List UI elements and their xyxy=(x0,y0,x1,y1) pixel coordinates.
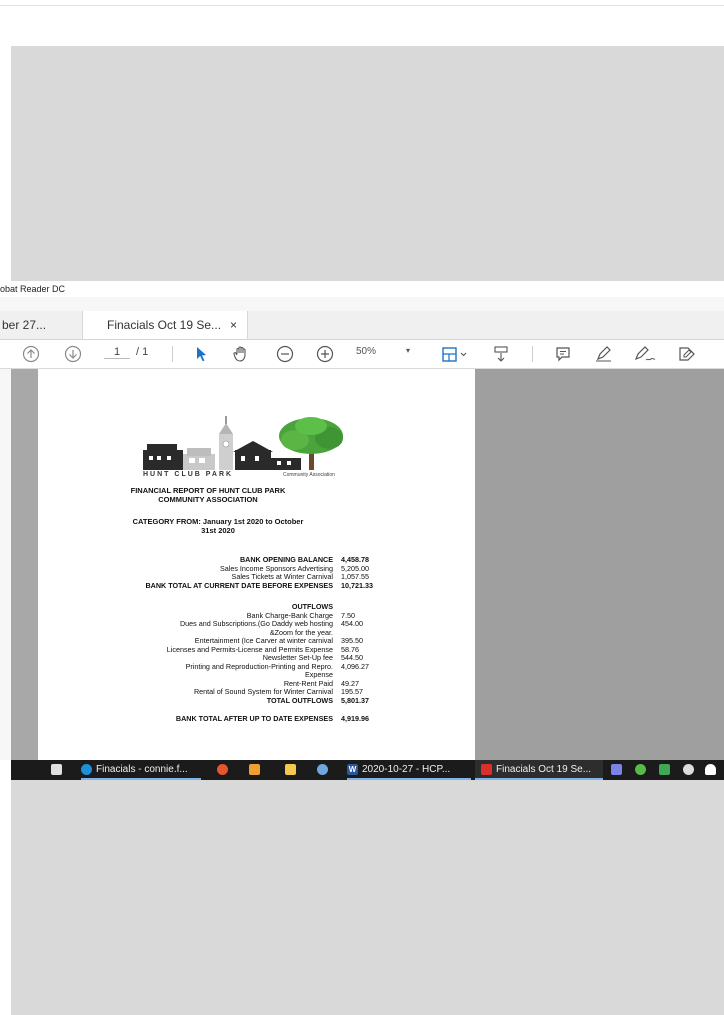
tab-previous-document[interactable]: ber 27... xyxy=(0,311,82,339)
page-down-button[interactable] xyxy=(62,344,84,364)
onedrive-icon[interactable] xyxy=(705,760,719,780)
acrobat-window: obat Reader DC ber 27... Finacials Oct 1… xyxy=(0,281,724,780)
report-row: BANK TOTAL AT CURRENT DATE BEFORE EXPENS… xyxy=(38,580,475,591)
sign-button[interactable] xyxy=(632,344,658,364)
zoom-in-button[interactable] xyxy=(314,344,336,364)
report-category-line-2: 31st 2020 xyxy=(201,526,235,535)
security-icon[interactable] xyxy=(659,760,673,780)
report-title-line-1: FINANCIAL REPORT OF HUNT CLUB PARK xyxy=(130,486,286,495)
minus-circle-icon xyxy=(276,345,294,363)
hand-icon xyxy=(233,346,246,362)
report-row-value: 4,096.27 xyxy=(341,661,369,671)
scroll-page-icon xyxy=(494,346,508,362)
store-icon[interactable] xyxy=(51,760,65,780)
background-panel-top xyxy=(11,46,724,281)
toolbar: 1 / 1 50% ▾ xyxy=(0,340,724,369)
tray-app-icon[interactable] xyxy=(635,760,649,780)
logo-subtitle: Community Association xyxy=(283,472,335,478)
report-row-value: 5,801.37 xyxy=(341,695,369,705)
report-row-label: BANK TOTAL AT CURRENT DATE BEFORE EXPENS… xyxy=(145,580,333,590)
arrow-down-circle-icon xyxy=(64,345,82,363)
background-panel-bottom xyxy=(11,780,724,1015)
zoom-select[interactable]: 50% ▾ xyxy=(356,346,416,357)
taskbar-acrobat-label: Finacials Oct 19 Se... xyxy=(496,764,592,775)
media-icon[interactable] xyxy=(249,760,263,780)
signature-icon xyxy=(634,346,656,361)
report-row-value: 10,721.33 xyxy=(341,580,373,590)
report-row-label: BANK TOTAL AFTER UP TO DATE EXPENSES xyxy=(175,714,333,723)
zoom-out-button[interactable] xyxy=(274,344,296,364)
toolbar-divider xyxy=(172,346,173,362)
network-icon[interactable] xyxy=(683,760,697,780)
arrow-up-circle-icon xyxy=(22,345,40,363)
pdf-page: HUNT CLUB PARK Community Association FIN… xyxy=(38,369,475,760)
fit-page-icon xyxy=(442,347,467,362)
document-viewer[interactable]: HUNT CLUB PARK Community Association FIN… xyxy=(0,369,724,760)
left-panel xyxy=(11,369,38,760)
menu-bar xyxy=(0,297,724,311)
taskbar-edge-label: Finacials - connie.f... xyxy=(96,764,188,775)
window-title: obat Reader DC xyxy=(0,281,724,297)
fit-page-button[interactable] xyxy=(438,344,472,364)
comment-button[interactable] xyxy=(552,344,574,364)
page-number-input[interactable]: 1 xyxy=(104,346,130,359)
acrobat-icon xyxy=(481,763,492,775)
tab-bar: ber 27... Finacials Oct 19 Se... × xyxy=(0,311,724,340)
app-circle-icon[interactable] xyxy=(317,760,331,780)
pen-icon xyxy=(596,346,611,362)
report-category-line-1: CATEGORY FROM: January 1st 2020 to Octob… xyxy=(132,517,304,526)
fill-sign-button[interactable] xyxy=(674,344,700,364)
highlight-button[interactable] xyxy=(592,344,616,364)
chrome-icon[interactable] xyxy=(217,760,231,780)
page-up-button[interactable] xyxy=(20,344,42,364)
taskbar-acrobat[interactable]: Finacials Oct 19 Se... xyxy=(475,760,603,780)
hunt-club-park-logo-icon xyxy=(143,416,343,470)
word-icon: W xyxy=(347,763,358,775)
report-row-label: TOTAL OUTFLOWS xyxy=(266,695,333,705)
teams-icon[interactable] xyxy=(611,760,625,780)
close-tab-icon[interactable]: × xyxy=(230,311,237,339)
plus-circle-icon xyxy=(316,345,334,363)
scroll-mode-button[interactable] xyxy=(490,344,512,364)
select-tool-button[interactable] xyxy=(192,344,212,364)
tab-financials[interactable]: Finacials Oct 19 Se... × xyxy=(82,311,248,339)
logo-wordmark: HUNT CLUB PARK xyxy=(143,471,234,478)
report-row-value: 4,919.96 xyxy=(341,714,369,723)
report-title-line-2: COMMUNITY ASSOCIATION xyxy=(158,495,258,504)
taskbar-edge[interactable]: Finacials - connie.f... xyxy=(81,760,201,780)
tab-financials-label: Finacials Oct 19 Se... xyxy=(107,318,222,332)
report-row: TOTAL OUTFLOWS 5,801.37 xyxy=(38,695,475,706)
taskbar-word-label: 2020-10-27 - HCP... xyxy=(362,764,451,775)
tag-edit-icon xyxy=(679,347,695,361)
association-logo: HUNT CLUB PARK Community Association xyxy=(143,414,378,480)
page-total: / 1 xyxy=(136,346,149,358)
top-divider xyxy=(0,5,724,6)
taskbar-word[interactable]: W 2020-10-27 - HCP... xyxy=(347,760,471,780)
cursor-arrow-icon xyxy=(197,347,206,362)
edge-icon xyxy=(81,763,92,775)
report-row: BANK TOTAL AFTER UP TO DATE EXPENSES 4,91… xyxy=(38,714,475,724)
folder-icon[interactable] xyxy=(285,760,299,780)
zoom-value: 50% xyxy=(356,346,377,357)
right-panel xyxy=(475,369,724,760)
toolbar-divider-2 xyxy=(532,346,533,362)
report-row-value: 454.00 xyxy=(341,619,363,628)
windows-taskbar: Finacials - connie.f... W 2020-10-27 - HC… xyxy=(11,760,724,780)
chevron-down-icon: ▾ xyxy=(406,346,411,355)
hand-tool-button[interactable] xyxy=(230,344,252,364)
comment-icon xyxy=(556,347,570,362)
